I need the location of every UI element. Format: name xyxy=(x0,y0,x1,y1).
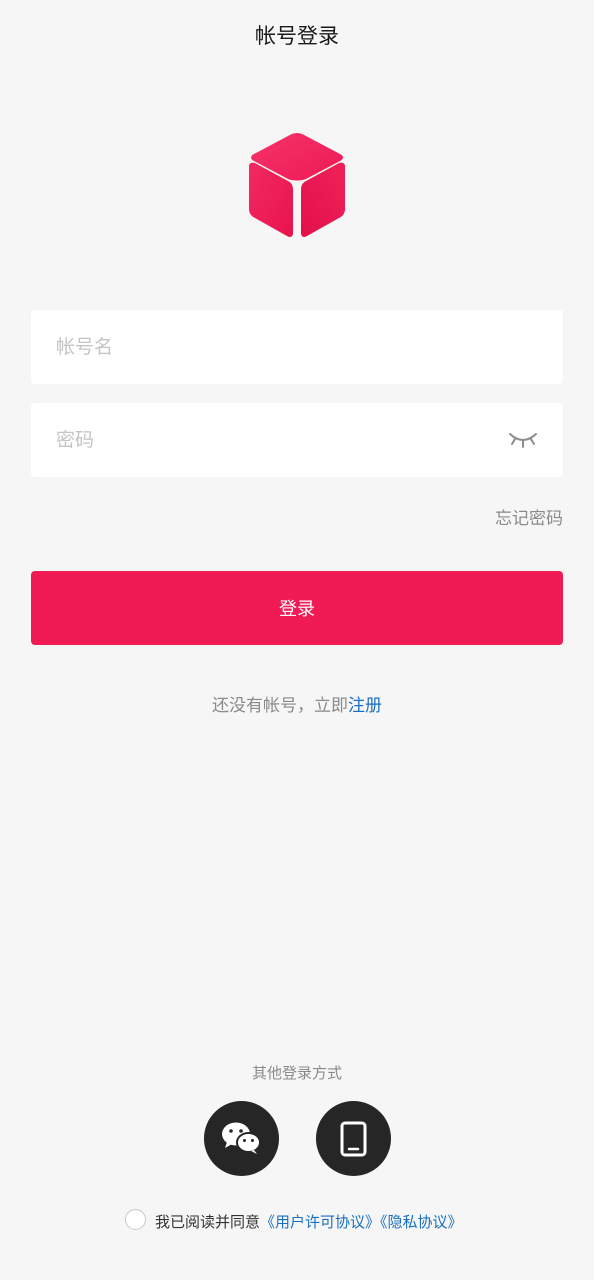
register-prompt: 还没有帐号，立即注册 xyxy=(0,691,594,716)
phone-login-button[interactable] xyxy=(316,1101,391,1176)
forgot-password-link[interactable]: 忘记密码 xyxy=(495,504,563,529)
other-login-title: 其他登录方式 xyxy=(251,1064,342,1082)
privacy-agreement-link[interactable]: 《隐私协议》 xyxy=(380,1213,463,1231)
agreement-text: 我已阅读并同意《用户许可协议》《隐私协议》 xyxy=(155,1211,463,1232)
eye-closed-icon[interactable] xyxy=(507,428,539,450)
user-agreement-link[interactable]: 《用户许可协议》 xyxy=(260,1213,380,1231)
agreement-radio[interactable] xyxy=(125,1209,146,1230)
password-input[interactable] xyxy=(56,403,496,477)
cube-logo-icon xyxy=(249,133,345,237)
register-link[interactable]: 注册 xyxy=(348,696,382,716)
account-field[interactable] xyxy=(31,310,563,384)
login-button[interactable]: 登录 xyxy=(31,571,563,645)
register-prompt-text: 还没有帐号，立即 xyxy=(212,696,348,716)
phone-icon xyxy=(340,1121,367,1157)
page-title: 帐号登录 xyxy=(255,24,339,48)
wechat-login-button[interactable] xyxy=(204,1101,279,1176)
account-input[interactable] xyxy=(56,310,496,384)
app-logo xyxy=(245,130,349,242)
password-field[interactable] xyxy=(31,403,563,477)
agreement-prefix: 我已阅读并同意 xyxy=(155,1213,261,1231)
wechat-icon xyxy=(222,1122,261,1154)
